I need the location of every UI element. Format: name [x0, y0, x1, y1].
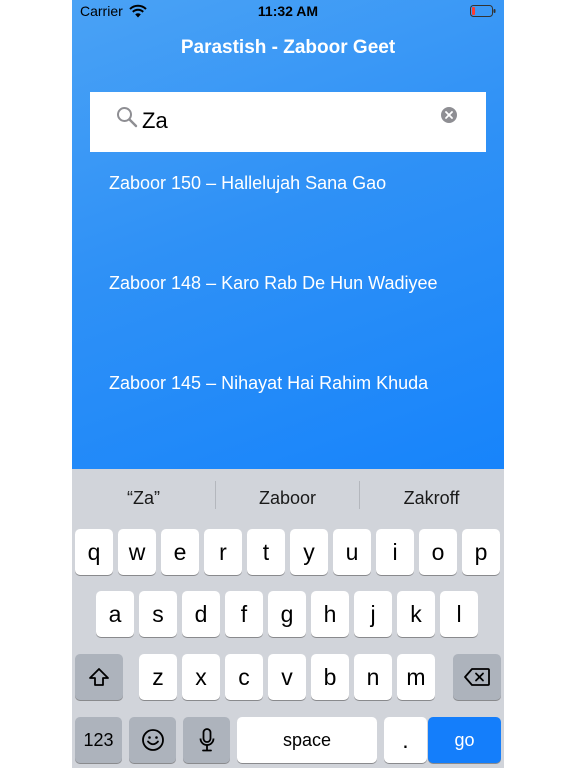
backspace-key[interactable]	[453, 654, 501, 700]
key-e[interactable]: e	[161, 529, 199, 575]
key-s[interactable]: s	[139, 591, 177, 637]
clear-icon[interactable]	[440, 106, 458, 124]
go-key[interactable]: go	[428, 717, 501, 763]
suggestion-item[interactable]: Zaboor	[216, 469, 359, 521]
space-key[interactable]: space	[237, 717, 377, 763]
results-list: Zaboor 150 – Hallelujah Sana Gao Zaboor …	[72, 155, 504, 455]
list-item[interactable]: Zaboor 148 – Karo Rab De Hun Wadiyee	[72, 255, 504, 355]
phone-screen: Carrier 11:32 AM Parastish - Zaboor Geet	[72, 0, 504, 768]
suggestion-bar: “Za” Zaboor Zakroff	[72, 469, 504, 521]
microphone-icon	[199, 728, 214, 752]
period-key[interactable]: .	[384, 717, 427, 763]
key-n[interactable]: n	[354, 654, 392, 700]
emoji-icon	[141, 729, 164, 751]
key-o[interactable]: o	[419, 529, 457, 575]
key-k[interactable]: k	[397, 591, 435, 637]
key-x[interactable]: x	[182, 654, 220, 700]
search-input[interactable]	[142, 106, 432, 136]
list-item[interactable]: Zaboor 150 – Hallelujah Sana Gao	[72, 155, 504, 255]
key-d[interactable]: d	[182, 591, 220, 637]
key-y[interactable]: y	[290, 529, 328, 575]
status-bar: Carrier 11:32 AM	[72, 0, 504, 22]
key-w[interactable]: w	[118, 529, 156, 575]
suggestion-item[interactable]: “Za”	[72, 469, 215, 521]
search-icon	[117, 107, 138, 128]
key-z[interactable]: z	[139, 654, 177, 700]
keyboard: “Za” Zaboor Zakroff q w e r t y u i o p …	[72, 469, 504, 768]
key-p[interactable]: p	[462, 529, 500, 575]
key-j[interactable]: j	[354, 591, 392, 637]
key-l[interactable]: l	[440, 591, 478, 637]
shift-icon	[89, 668, 109, 686]
key-r[interactable]: r	[204, 529, 242, 575]
key-t[interactable]: t	[247, 529, 285, 575]
key-u[interactable]: u	[333, 529, 371, 575]
key-v[interactable]: v	[268, 654, 306, 700]
key-m[interactable]: m	[397, 654, 435, 700]
key-i[interactable]: i	[376, 529, 414, 575]
key-q[interactable]: q	[75, 529, 113, 575]
key-f[interactable]: f	[225, 591, 263, 637]
key-h[interactable]: h	[311, 591, 349, 637]
battery-icon	[470, 5, 496, 17]
numbers-key[interactable]: 123	[75, 717, 122, 763]
key-b[interactable]: b	[311, 654, 349, 700]
suggestion-item[interactable]: Zakroff	[360, 469, 503, 521]
shift-key[interactable]	[75, 654, 123, 700]
page-title: Parastish - Zaboor Geet	[180, 37, 396, 58]
key-g[interactable]: g	[268, 591, 306, 637]
search-bar[interactable]	[90, 92, 486, 152]
app-background: Carrier 11:32 AM Parastish - Zaboor Geet	[72, 0, 504, 469]
backspace-icon	[464, 668, 490, 686]
microphone-key[interactable]	[183, 717, 230, 763]
key-a[interactable]: a	[96, 591, 134, 637]
emoji-key[interactable]	[129, 717, 176, 763]
list-item[interactable]: Zaboor 145 – Nihayat Hai Rahim Khuda	[72, 355, 504, 455]
clock: 11:32 AM	[257, 3, 319, 19]
key-c[interactable]: c	[225, 654, 263, 700]
